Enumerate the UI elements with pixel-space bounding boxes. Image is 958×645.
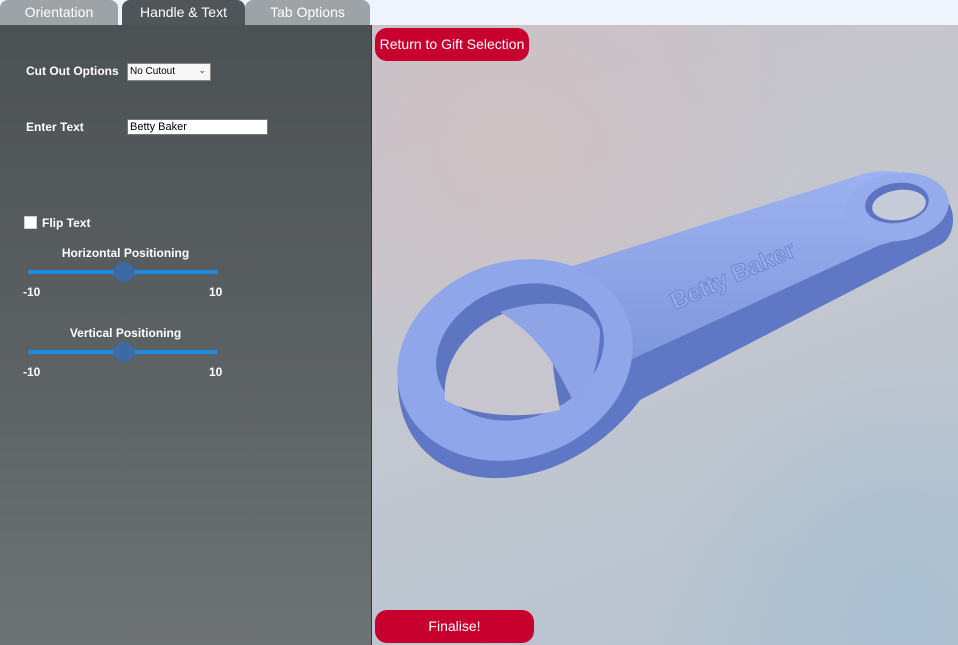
tab-bar: Orientation Handle & Text Tab Options [0,0,958,26]
enter-text-input[interactable]: Betty Baker [127,119,268,135]
horizontal-positioning-label: Horizontal Positioning [61,246,190,260]
vertical-slider-thumb[interactable] [114,342,134,362]
flip-text-label: Flip Text [42,216,91,230]
tab-tab-options[interactable]: Tab Options [245,0,370,25]
return-to-gift-selection-button[interactable]: Return to Gift Selection [375,28,529,61]
cutout-options-label: Cut Out Options [26,64,119,78]
horizontal-min-label: -10 [23,285,41,299]
tab-orientation[interactable]: Orientation [0,0,118,25]
horizontal-slider-thumb[interactable] [114,262,134,282]
cutout-options-select[interactable]: No Cutout ⌄ [127,63,211,81]
cutout-options-value: No Cutout [130,66,176,77]
finalise-button[interactable]: Finalise! [375,610,534,643]
vertical-positioning-label: Vertical Positioning [69,326,182,340]
flip-text-checkbox[interactable] [24,216,37,229]
enter-text-label: Enter Text [26,120,84,134]
vertical-max-label: 10 [209,365,223,379]
vertical-min-label: -10 [23,365,41,379]
settings-panel: Cut Out Options No Cutout ⌄ Enter Text B… [0,25,371,645]
tab-handle-and-text[interactable]: Handle & Text [122,0,245,26]
chevron-down-icon: ⌄ [198,65,206,75]
horizontal-max-label: 10 [209,285,223,299]
bottle-opener-model[interactable]: Betty Baker [371,25,958,645]
